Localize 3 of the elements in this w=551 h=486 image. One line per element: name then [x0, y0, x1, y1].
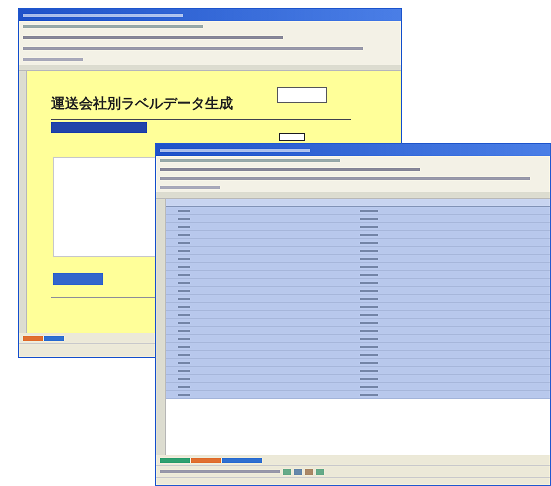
sheet-heading: 運送会社別ラベルデータ生成 [51, 94, 233, 113]
dropdown-button[interactable] [277, 87, 327, 103]
small-button[interactable] [279, 133, 305, 141]
